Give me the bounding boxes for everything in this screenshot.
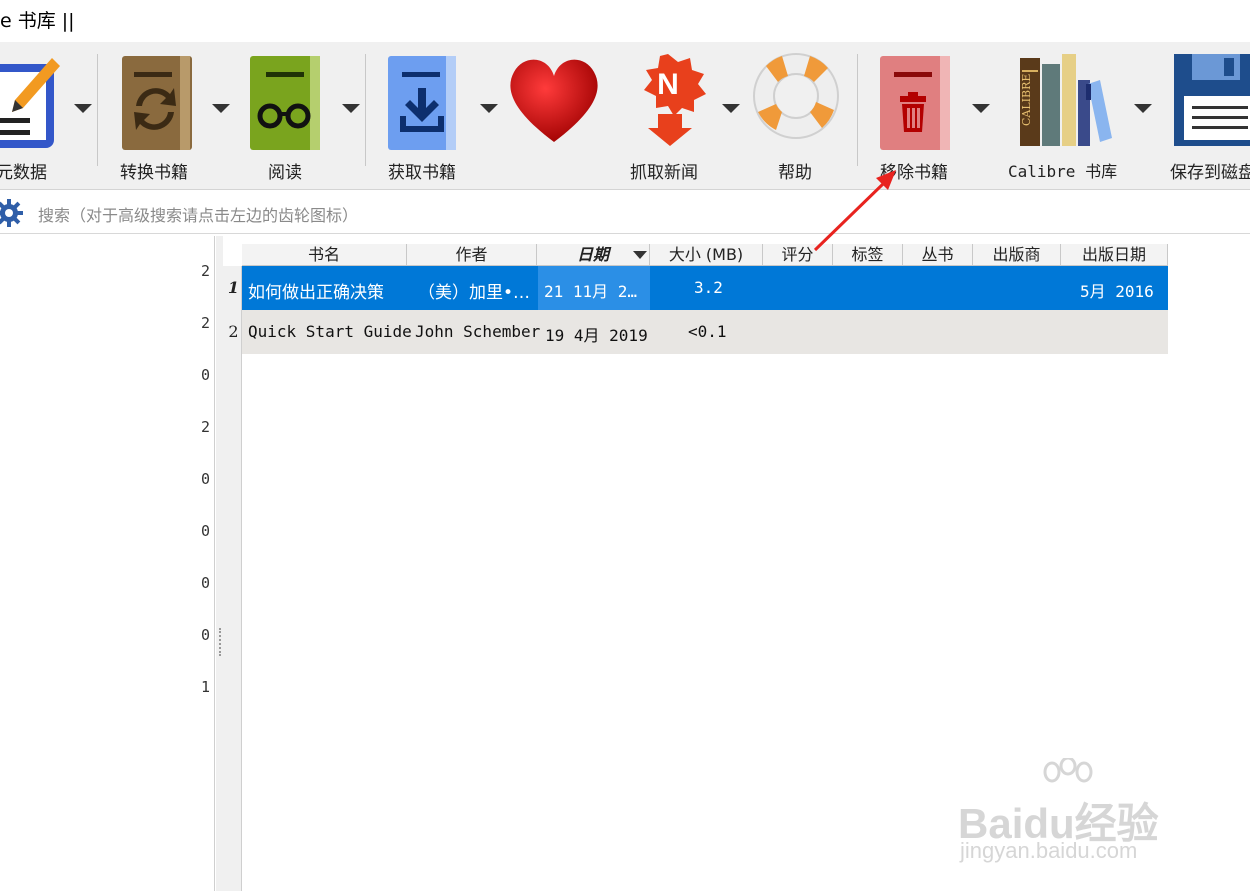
convert-books-icon (122, 56, 192, 150)
convert-books-menu-arrow[interactable] (212, 104, 230, 113)
column-header-label: 书名 (307, 245, 340, 264)
column-header-tags[interactable]: 标签 (833, 244, 903, 266)
read-book-label: 阅读 (268, 163, 302, 183)
remove-books-button[interactable]: 移除书籍 (878, 50, 978, 183)
column-header-label: 大小 (MB) (668, 245, 744, 264)
column-header-author[interactable]: 作者 (407, 244, 537, 266)
tag-count[interactable]: 2 (190, 314, 210, 332)
column-header-label: 标签 (851, 245, 884, 264)
fetch-news-icon: N (644, 54, 706, 146)
sort-descending-icon (633, 251, 647, 259)
tag-count[interactable]: 1 (190, 678, 210, 696)
convert-books-label: 转换书籍 (120, 163, 188, 183)
tag-count[interactable]: 2 (190, 418, 210, 436)
svg-text:N: N (657, 68, 679, 101)
book-date-cell: 19 4月 2019 (545, 326, 648, 345)
remove-books-label: 移除书籍 (880, 163, 948, 183)
row-number[interactable]: 1 (225, 266, 242, 310)
get-books-icon (388, 56, 456, 150)
column-header-label: 作者 (455, 245, 488, 264)
fetch-news-label: 抓取新闻 (630, 163, 698, 183)
tag-count[interactable]: 0 (190, 574, 210, 592)
column-header-publisher[interactable]: 出版商 (973, 244, 1061, 266)
row-number-column (223, 266, 242, 891)
splitter-handle[interactable] (219, 628, 221, 656)
row-number[interactable]: 2 (225, 310, 242, 354)
book-author-cell: （美）加里•… (418, 283, 531, 303)
search-bar: 搜索（对于高级搜索请点击左边的齿轮图标） (0, 190, 1250, 234)
book-title-cell: Quick Start Guide (248, 322, 412, 341)
help-button[interactable]: 帮助 (748, 50, 848, 183)
tag-count[interactable]: 0 (190, 366, 210, 384)
column-header-series[interactable]: 丛书 (903, 244, 973, 266)
column-header-title[interactable]: 书名 (242, 244, 407, 266)
read-book-button[interactable]: 阅读 (248, 50, 348, 183)
toolbar-separator (97, 54, 98, 166)
toolbar-separator (857, 54, 858, 166)
column-header-rating[interactable]: 评分 (763, 244, 833, 266)
calibre-library-menu-arrow[interactable] (1134, 104, 1152, 113)
tag-browser-panel: 2 2 0 2 0 0 0 0 1 (0, 236, 215, 891)
search-input[interactable]: 搜索（对于高级搜索请点击左边的齿轮图标） (38, 202, 358, 226)
book-author-cell: John Schember (415, 322, 541, 341)
calibre-library-label: Calibre 书库 (1008, 162, 1118, 181)
book-date-cell: 21 11月 2… (538, 266, 650, 310)
lifebuoy-help-icon (753, 53, 839, 139)
main-toolbar: 元数据 转换书籍 阅读 获取书籍 N 抓取新闻 帮助 移除书籍 CALIBRE … (0, 42, 1250, 190)
fetch-news-button[interactable]: N 抓取新闻 (624, 50, 724, 183)
toolbar-separator (365, 54, 366, 166)
calibre-library-button[interactable]: CALIBRE Calibre 书库 (1006, 50, 1126, 182)
column-header-date[interactable]: 日期 (537, 244, 650, 266)
tag-count[interactable]: 0 (190, 522, 210, 540)
get-books-label: 获取书籍 (388, 163, 456, 183)
save-to-disk-icon (1174, 54, 1250, 146)
remove-books-icon (880, 56, 950, 150)
column-header-label: 丛书 (921, 245, 954, 264)
book-title-cell: 如何做出正确决策 (248, 283, 384, 303)
column-header-size[interactable]: 大小 (MB) (650, 244, 763, 266)
gear-icon[interactable] (0, 198, 24, 228)
tag-count[interactable]: 2 (190, 262, 210, 280)
read-book-menu-arrow[interactable] (342, 104, 360, 113)
tag-count[interactable]: 0 (190, 470, 210, 488)
book-pubdate-cell: 5月 2016 (1080, 282, 1154, 301)
column-header-label: 评分 (781, 245, 814, 264)
svg-text:CALIBRE: CALIBRE (1020, 74, 1033, 126)
fetch-news-menu-arrow[interactable] (722, 104, 740, 113)
edit-metadata-label: 元数据 (0, 163, 47, 183)
save-to-disk-label: 保存到磁盘 (1170, 163, 1250, 183)
book-size-cell: <0.1 (688, 322, 727, 341)
remove-books-menu-arrow[interactable] (972, 104, 990, 113)
edit-metadata-icon (0, 58, 60, 148)
edit-metadata-menu-arrow[interactable] (74, 104, 92, 113)
column-header-pubdate[interactable]: 出版日期 (1061, 244, 1168, 266)
save-to-disk-button[interactable]: 保存到磁盘 (1170, 50, 1250, 183)
table-row[interactable]: 如何做出正确决策 （美）加里•… 21 11月 2… 3.2 5月 2016 (242, 266, 1168, 310)
get-books-button[interactable]: 获取书籍 (386, 50, 486, 183)
get-books-menu-arrow[interactable] (480, 104, 498, 113)
read-book-icon (250, 56, 320, 150)
column-header-label: 出版商 (992, 245, 1041, 264)
table-row[interactable]: Quick Start Guide John Schember 19 4月 20… (242, 310, 1168, 354)
book-size-cell: 3.2 (694, 278, 723, 297)
window-title: e 书库 || (0, 10, 75, 32)
calibre-library-icon: CALIBRE (1020, 54, 1112, 146)
column-header-label: 日期 (576, 245, 609, 264)
book-list-table: 书名 作者 日期 大小 (MB) 评分 标签 丛书 出版商 出版日期 1 2 如… (223, 236, 1250, 891)
heart-donate-icon (510, 59, 598, 142)
column-header-label: 出版日期 (1081, 245, 1146, 264)
edit-metadata-button[interactable]: 元数据 (0, 50, 70, 183)
title-bar: e 书库 || (0, 0, 1250, 42)
donate-button[interactable] (504, 50, 604, 182)
convert-books-button[interactable]: 转换书籍 (116, 50, 216, 183)
tag-count[interactable]: 0 (190, 626, 210, 644)
panel-splitter[interactable] (216, 236, 223, 891)
help-label: 帮助 (778, 163, 812, 183)
